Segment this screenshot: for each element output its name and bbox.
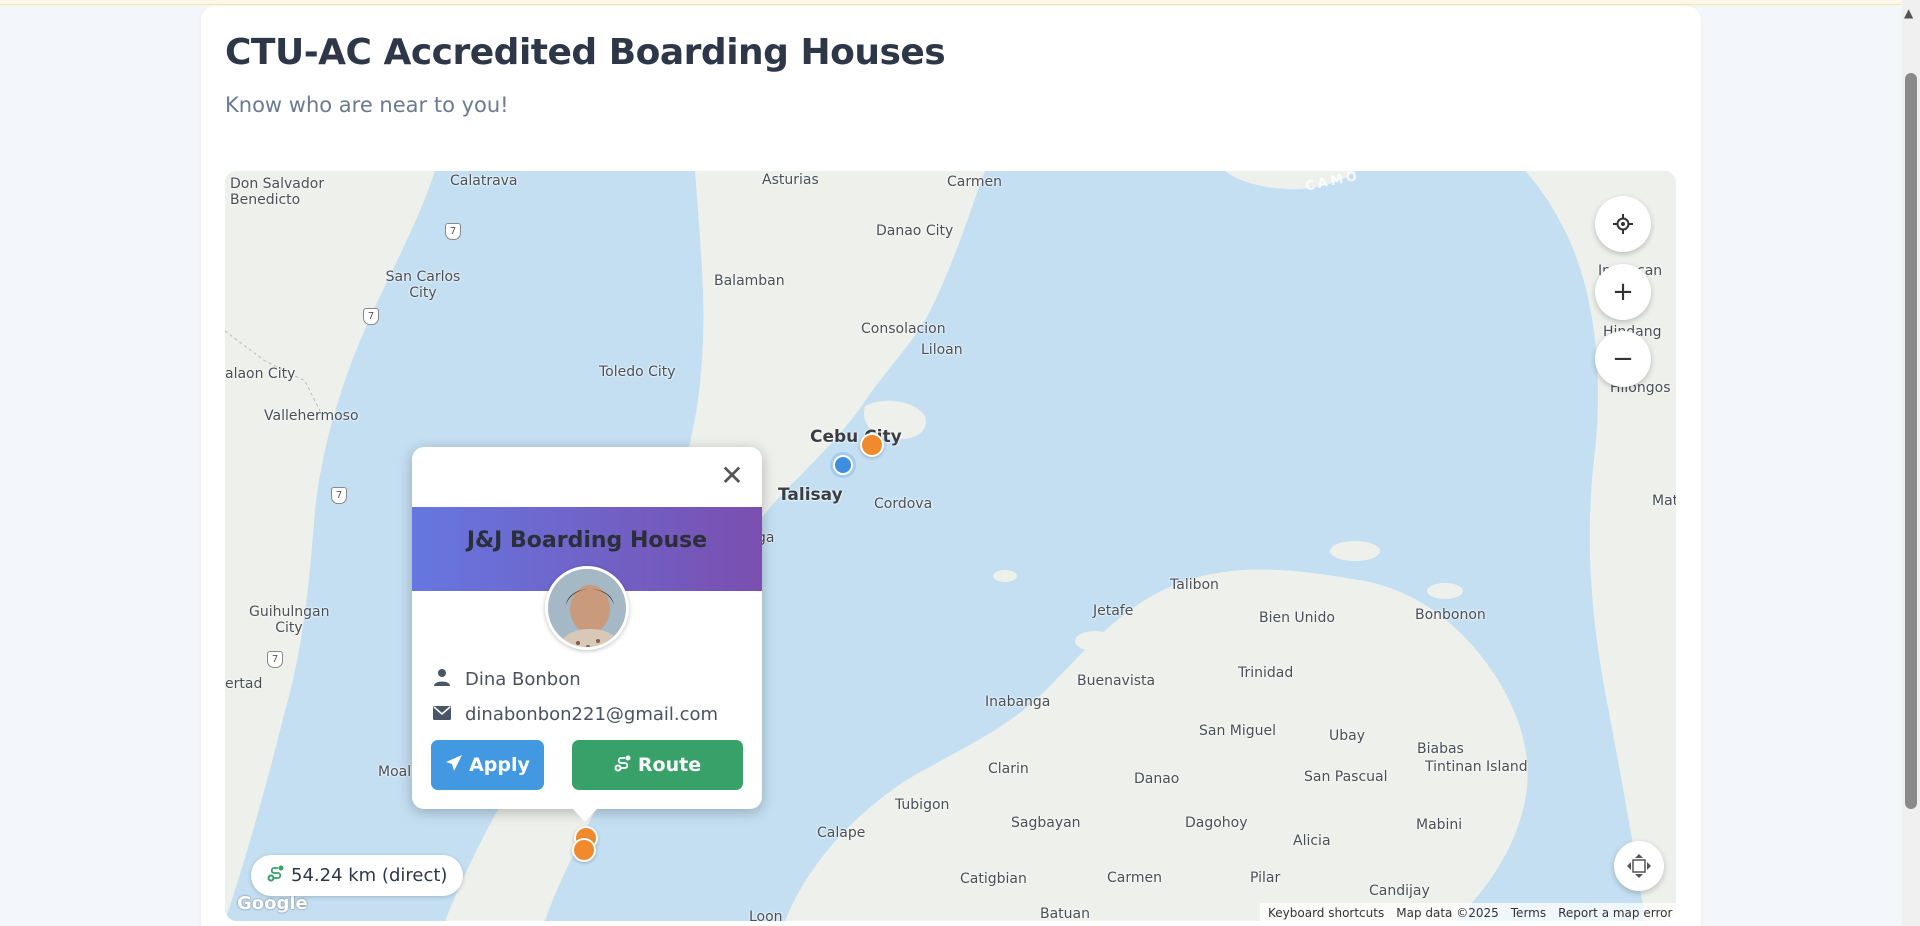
zoom-in-button[interactable]: + — [1595, 264, 1651, 320]
avatar — [545, 566, 629, 650]
place-carmen-south: Carmen — [1107, 870, 1162, 886]
place-bonbonon: Bonbonon — [1415, 607, 1486, 623]
place-ubay: Ubay — [1329, 728, 1365, 744]
road-shield: 7 — [445, 223, 461, 240]
place-asturias: Asturias — [762, 172, 819, 188]
place-tintinan: Tintinan Island — [1425, 759, 1528, 775]
place-canlaon: alaon City — [225, 366, 296, 382]
place-mabini: Mabini — [1416, 817, 1463, 833]
place-loon: Loon — [749, 909, 783, 921]
boarding-house-marker[interactable] — [572, 838, 596, 862]
place-balamban: Balamban — [714, 273, 785, 289]
place-buenavista: Buenavista — [1077, 673, 1156, 689]
boarding-house-marker[interactable] — [860, 433, 884, 457]
place-clarin: Clarin — [988, 761, 1029, 777]
keyboard-shortcuts-link[interactable]: Keyboard shortcuts — [1262, 904, 1390, 921]
popup-tail — [572, 808, 598, 822]
owner-email: dinabonbon221@gmail.com — [465, 704, 719, 725]
popup-title: J&J Boarding House — [466, 528, 708, 553]
user-location-marker[interactable] — [833, 455, 853, 475]
place-trinidad: Trinidad — [1238, 665, 1294, 681]
google-logo: Google — [237, 893, 308, 914]
place-jetafe: Jetafe — [1093, 603, 1134, 619]
road-shield: 7 — [331, 487, 347, 504]
locate-me-button[interactable] — [1595, 196, 1651, 252]
top-notice-line — [0, 0, 1902, 5]
place-cordova: Cordova — [874, 496, 933, 512]
route-icon — [267, 864, 285, 887]
user-icon — [433, 668, 455, 691]
distance-text: 54.24 km (direct) — [291, 865, 448, 886]
fullscreen-button[interactable] — [1614, 841, 1664, 891]
fullscreen-icon — [1627, 854, 1651, 878]
scrollbar-thumb[interactable] — [1905, 73, 1917, 809]
owner-name: Dina Bonbon — [465, 669, 581, 690]
place-calatrava: Calatrava — [450, 173, 518, 189]
route-icon — [614, 754, 632, 777]
place-calape: Calape — [817, 825, 866, 841]
distance-badge: 54.24 km (direct) — [251, 855, 464, 896]
place-toledo: Toledo City — [599, 364, 676, 380]
page-title: CTU-AC Accredited Boarding Houses — [225, 32, 946, 73]
scroll-up-arrow-icon[interactable]: ▲ — [1904, 6, 1913, 20]
place-bien-unido: Bien Unido — [1259, 610, 1335, 626]
place-sagbayan: Sagbayan — [1011, 815, 1081, 831]
place-san-pascual: San Pascual — [1304, 769, 1388, 785]
place-moal: Moal — [378, 764, 412, 780]
place-carmen-north: Carmen — [947, 174, 1002, 190]
place-matalom: Mat — [1652, 493, 1676, 509]
place-talibon: Talibon — [1170, 577, 1219, 593]
place-danao: Danao — [1134, 771, 1180, 787]
road-shield: 7 — [267, 651, 283, 668]
owner-row: Dina Bonbon — [433, 668, 581, 691]
place-vallehermoso: Vallehermoso — [264, 408, 359, 424]
place-alicia: Alicia — [1293, 833, 1331, 849]
map-data-text: Map data ©2025 — [1396, 906, 1499, 920]
place-san-miguel: San Miguel — [1199, 723, 1277, 739]
report-error-link[interactable]: Report a map error — [1552, 904, 1678, 921]
terms-link[interactable]: Terms — [1505, 904, 1552, 921]
apply-label: Apply — [469, 754, 530, 776]
place-talisay: Talisay — [778, 485, 843, 505]
road-shield: 7 — [363, 308, 379, 325]
close-icon[interactable]: ✕ — [717, 461, 747, 491]
place-consolacion: Consolacion — [861, 321, 946, 337]
place-inabanga: Inabanga — [985, 694, 1051, 710]
place-guihulngan: Guihulngan City — [249, 604, 330, 636]
place-catigbian: Catigbian — [960, 871, 1027, 887]
envelope-icon — [433, 704, 455, 725]
crosshair-icon — [1613, 214, 1633, 234]
place-dagohoy: Dagohoy — [1185, 815, 1248, 831]
apply-button[interactable]: Apply — [431, 740, 544, 790]
place-libertad: ertad — [225, 676, 263, 692]
route-button[interactable]: Route — [572, 740, 743, 790]
email-row: dinabonbon221@gmail.com — [433, 704, 718, 725]
place-batuan: Batuan — [1040, 906, 1090, 921]
place-san-carlos: San Carlos City — [385, 269, 461, 301]
place-cebu-city: Cebu City — [810, 427, 902, 447]
route-label: Route — [637, 754, 702, 776]
zoom-out-button[interactable]: − — [1595, 331, 1651, 387]
place-liloan: Liloan — [921, 342, 963, 358]
place-biabas: Biabas — [1417, 741, 1464, 757]
map-attribution: Keyboard shortcuts Map data ©2025 Terms … — [1262, 904, 1920, 921]
paper-plane-icon — [445, 754, 463, 777]
place-candijay: Candijay — [1369, 883, 1430, 899]
place-danao-city: Danao City — [876, 223, 954, 239]
page-subtitle: Know who are near to you! — [225, 93, 509, 117]
place-tubigon: Tubigon — [895, 797, 950, 813]
place-don-salvador: Don Salvador Benedicto — [230, 176, 325, 208]
place-pilar: Pilar — [1250, 870, 1281, 886]
